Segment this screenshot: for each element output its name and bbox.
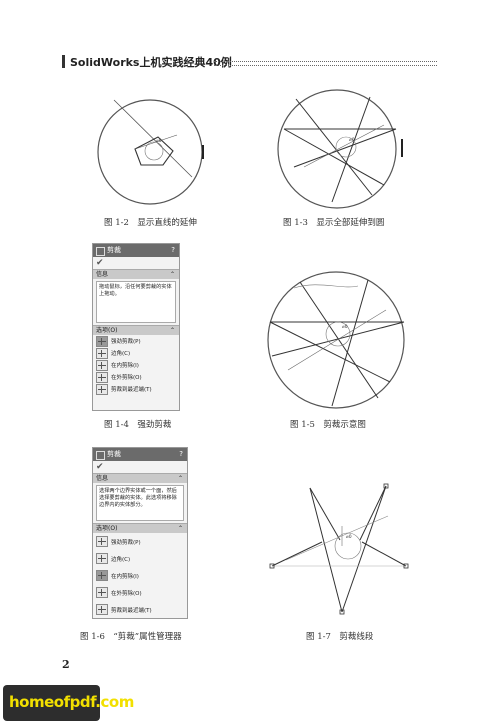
collapse-icon[interactable]: ⌃ [170, 270, 175, 279]
ok-button[interactable]: ✔ [93, 461, 187, 473]
option-trim-away-outside[interactable]: 在外剪除(O) [93, 584, 187, 601]
trim-outside-icon [96, 371, 108, 383]
caption-1-7: 图 1-7 剪裁线段 [306, 632, 374, 642]
collapse-icon[interactable]: ⌃ [178, 524, 183, 533]
options-section-header[interactable]: 选项(O) ⌃ [93, 325, 179, 335]
caption-1-5: 图 1-5 剪裁示意图 [290, 420, 366, 430]
trimmed-star [271, 485, 407, 613]
figure-1-2: ⌀0 [97, 99, 204, 205]
trim-closest-icon [96, 383, 108, 395]
dimension-label: ⌀0 [346, 534, 352, 540]
construction-line [303, 124, 385, 168]
panel-title: 剪裁 [107, 246, 121, 254]
figure-1-7: ⌀0 [269, 483, 409, 615]
option-trim-away-inside[interactable]: 在内剪除(I) [93, 359, 179, 371]
dimension-label: ⌀0 [342, 324, 348, 330]
collapse-icon[interactable]: ⌃ [178, 474, 183, 483]
option-corner[interactable]: 边角(C) [93, 347, 179, 359]
circle [97, 99, 203, 205]
ok-button[interactable]: ✔ [93, 257, 179, 269]
panel-title-bar: 剪裁 ? [93, 448, 187, 461]
info-section-label: 信息 [96, 271, 109, 278]
figure-1-3: ⌀0 [277, 89, 403, 209]
options-section-label: 选项(O) [96, 525, 118, 532]
caption-1-3: 图 1-3 显示全部延伸到圆 [283, 218, 385, 228]
circle [277, 89, 397, 209]
option-label: 在外剪除(O) [111, 375, 142, 381]
options-section-header[interactable]: 选项(O) ⌃ [93, 523, 187, 533]
star-lines [269, 279, 405, 407]
caption-1-2: 图 1-2 显示直线的延伸 [104, 218, 197, 228]
trim-icon [96, 451, 105, 460]
option-label: 边角(C) [111, 351, 131, 357]
trim-inside-icon [96, 570, 108, 581]
option-label: 在内剪除(I) [111, 573, 139, 580]
help-icon[interactable]: ? [179, 448, 183, 461]
power-trim-icon [96, 536, 108, 547]
pentagon [134, 136, 174, 166]
option-power-trim[interactable]: 强劲剪裁(P) [93, 335, 179, 347]
trim-closest-icon [96, 604, 108, 615]
header-bar [62, 55, 65, 68]
star-lines [283, 96, 397, 203]
option-label: 在外剪除(O) [111, 590, 142, 597]
option-trim-away-outside[interactable]: 在外剪除(O) [93, 371, 179, 383]
trim-property-manager-1: 剪裁 ? ✔ 信息 ⌃ 拖动鼠标，沿任何要剪裁的实体上拖动。 选项(O) ⌃ 强… [92, 243, 180, 411]
option-label: 边角(C) [111, 556, 131, 563]
option-trim-to-closest[interactable]: 剪裁到最近端(T) [93, 383, 179, 395]
option-label: 强劲剪裁(P) [111, 539, 141, 546]
option-label: 剪裁到最近端(T) [111, 387, 152, 393]
page-number: 2 [62, 658, 70, 671]
option-power-trim[interactable]: 强劲剪裁(P) [93, 533, 187, 550]
dimension-label: ⌀0 [349, 137, 355, 143]
figure-1-5: ⌀0 [267, 271, 405, 409]
caption-1-6: 图 1-6 “剪裁”属性管理器 [80, 632, 182, 642]
trim-inside-icon [96, 359, 108, 371]
dimension-label: ⌀0 [156, 138, 162, 144]
panel-title: 剪裁 [107, 450, 121, 458]
info-section-header[interactable]: 信息 ⌃ [93, 473, 187, 483]
trim-property-manager-2: 剪裁 ? ✔ 信息 ⌃ 选择两个边界实体或一个面，然后选择要剪裁的实体。此选项将… [92, 447, 188, 619]
info-section-header[interactable]: 信息 ⌃ [93, 269, 179, 279]
corner-icon [96, 553, 108, 564]
option-corner[interactable]: 边角(C) [93, 550, 187, 567]
trim-outside-icon [96, 587, 108, 598]
options-section-label: 选项(O) [96, 327, 118, 334]
running-header: SolidWorks上机实践经典40例 [62, 54, 437, 70]
watermark-text: homeofpdf.com [9, 693, 134, 711]
header-title: SolidWorks上机实践经典40例 [70, 56, 232, 69]
watermark-logo[interactable]: homeofpdf.com [3, 685, 134, 721]
caption-1-4: 图 1-4 强劲剪裁 [104, 420, 172, 430]
construction-line [287, 309, 387, 371]
option-trim-away-inside[interactable]: 在内剪除(I) [93, 567, 187, 584]
panel-title-bar: 剪裁 ? [93, 244, 179, 257]
collapse-icon[interactable]: ⌃ [170, 326, 175, 335]
trim-icon [96, 247, 105, 256]
option-label: 在内剪除(I) [111, 363, 139, 369]
option-label: 强劲剪裁(P) [111, 339, 141, 345]
header-rule [214, 61, 437, 66]
info-message: 拖动鼠标，沿任何要剪裁的实体上拖动。 [96, 281, 176, 323]
corner-icon [96, 347, 108, 359]
power-trim-icon [96, 335, 108, 347]
option-trim-to-closest[interactable]: 剪裁到最近端(T) [93, 601, 187, 618]
info-section-label: 信息 [96, 475, 109, 482]
option-label: 剪裁到最近端(T) [111, 607, 152, 614]
help-icon[interactable]: ? [171, 244, 175, 257]
info-message: 选择两个边界实体或一个面，然后选择要剪裁的实体。此选项将移除边界内的实体部分。 [96, 485, 184, 521]
